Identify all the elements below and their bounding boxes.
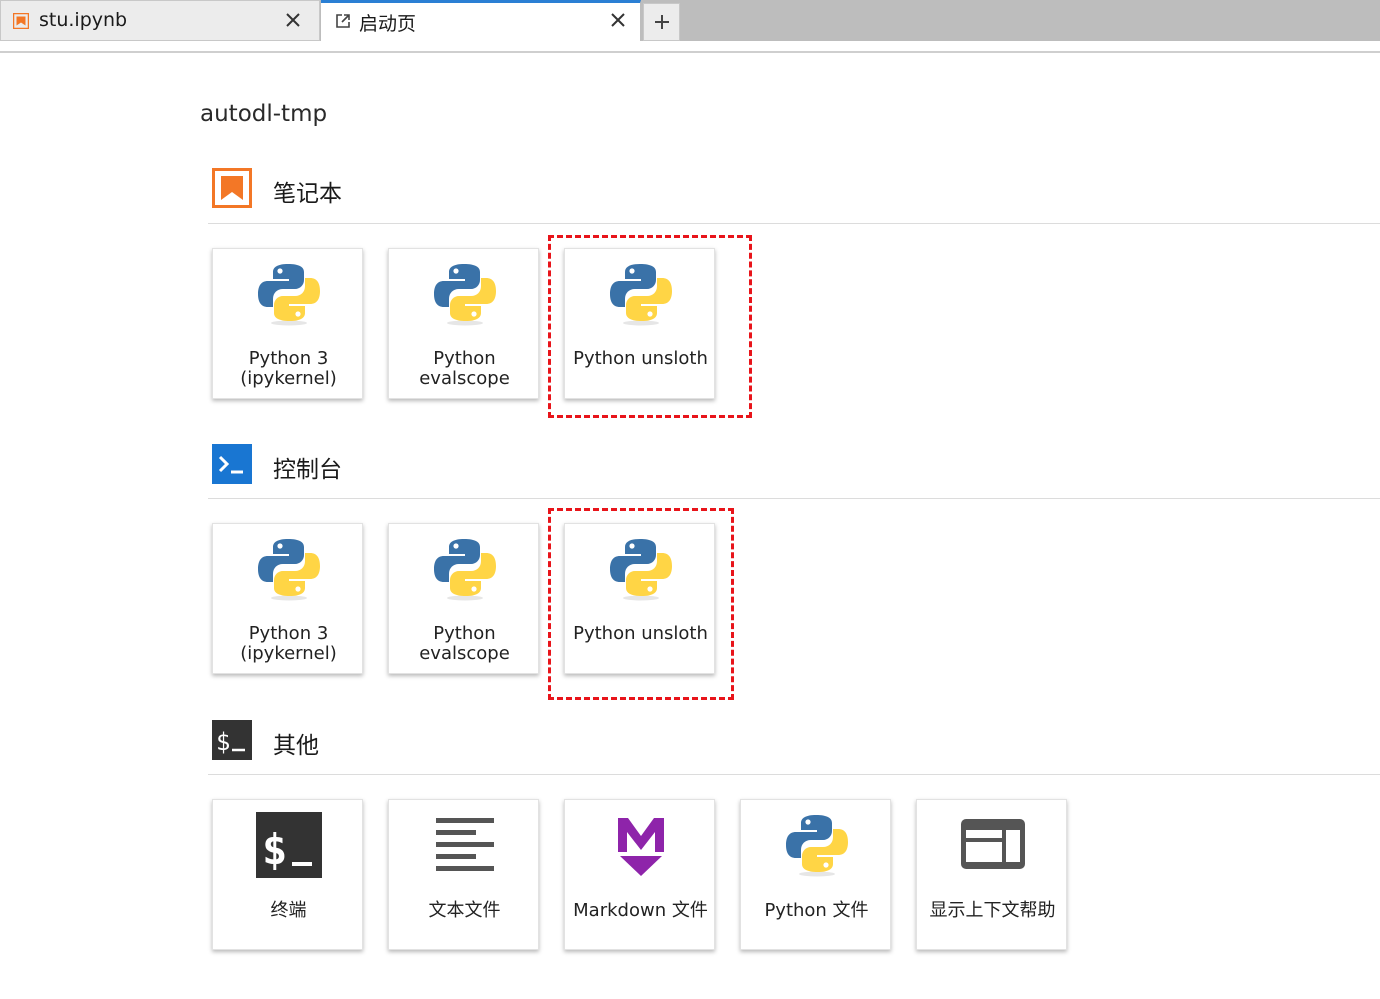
- tab-bar-divider: [0, 51, 1380, 53]
- card-label: Python 文件: [764, 900, 869, 921]
- notebook-card-evalscope[interactable]: Python evalscope: [388, 248, 539, 399]
- section-title: 笔记本: [273, 181, 342, 207]
- highlight-box: [548, 508, 734, 700]
- section-title: 其他: [273, 733, 319, 759]
- section-divider: [208, 498, 1380, 499]
- context-help-icon: [961, 819, 1025, 869]
- markdown-file-card[interactable]: Markdown 文件: [564, 799, 715, 950]
- section-notebook: 笔记本: [212, 168, 1380, 208]
- section-console: 控制台: [212, 444, 1380, 484]
- highlight-box: [548, 235, 752, 418]
- close-icon[interactable]: [283, 10, 303, 30]
- launcher-icon: [336, 14, 350, 28]
- terminal-card[interactable]: $ 终端: [212, 799, 363, 950]
- section-other: $ 其他: [212, 720, 1380, 760]
- card-label: Python 3 (ipykernel): [240, 623, 337, 664]
- python-icon: [432, 260, 498, 326]
- svg-text:$: $: [216, 728, 230, 756]
- plus-icon: [654, 15, 669, 29]
- notebook-card-python3[interactable]: Python 3 (ipykernel): [212, 248, 363, 399]
- close-icon[interactable]: [608, 10, 628, 30]
- text-file-icon: [436, 818, 494, 871]
- section-divider: [208, 774, 1380, 775]
- section-title: 控制台: [273, 457, 342, 483]
- terminal-icon: $: [256, 812, 322, 878]
- card-label: Python evalscope: [419, 623, 510, 664]
- python-icon: [256, 535, 322, 601]
- python-icon: [432, 535, 498, 601]
- card-label: Python 3 (ipykernel): [240, 348, 337, 389]
- notebook-icon: [13, 13, 29, 29]
- console-card-python3[interactable]: Python 3 (ipykernel): [212, 523, 363, 674]
- notebook-section-icon: [212, 168, 252, 208]
- python-icon: [256, 260, 322, 326]
- python-file-card[interactable]: Python 文件: [740, 799, 891, 950]
- tab-label: 启动页: [359, 13, 417, 35]
- svg-text:$: $: [262, 825, 287, 874]
- new-tab-button[interactable]: [643, 3, 680, 41]
- markdown-icon: [618, 818, 664, 876]
- context-help-card[interactable]: 显示上下文帮助: [916, 799, 1067, 950]
- console-section-icon: [212, 444, 252, 484]
- tab-label: stu.ipynb: [39, 9, 128, 31]
- card-label: Markdown 文件: [573, 900, 708, 921]
- python-file-icon: [784, 811, 850, 877]
- card-label: 显示上下文帮助: [929, 900, 1056, 921]
- card-label: 文本文件: [428, 900, 501, 921]
- card-label: Python evalscope: [419, 348, 510, 389]
- text-file-card[interactable]: 文本文件: [388, 799, 539, 950]
- card-label: 终端: [270, 900, 307, 921]
- section-divider: [208, 223, 1380, 224]
- terminal-section-icon: $: [212, 720, 252, 760]
- directory-title: autodl-tmp: [200, 101, 328, 127]
- console-card-evalscope[interactable]: Python evalscope: [388, 523, 539, 674]
- tab-stu-ipynb[interactable]: stu.ipynb: [0, 0, 320, 41]
- tab-launcher[interactable]: 启动页: [321, 0, 641, 41]
